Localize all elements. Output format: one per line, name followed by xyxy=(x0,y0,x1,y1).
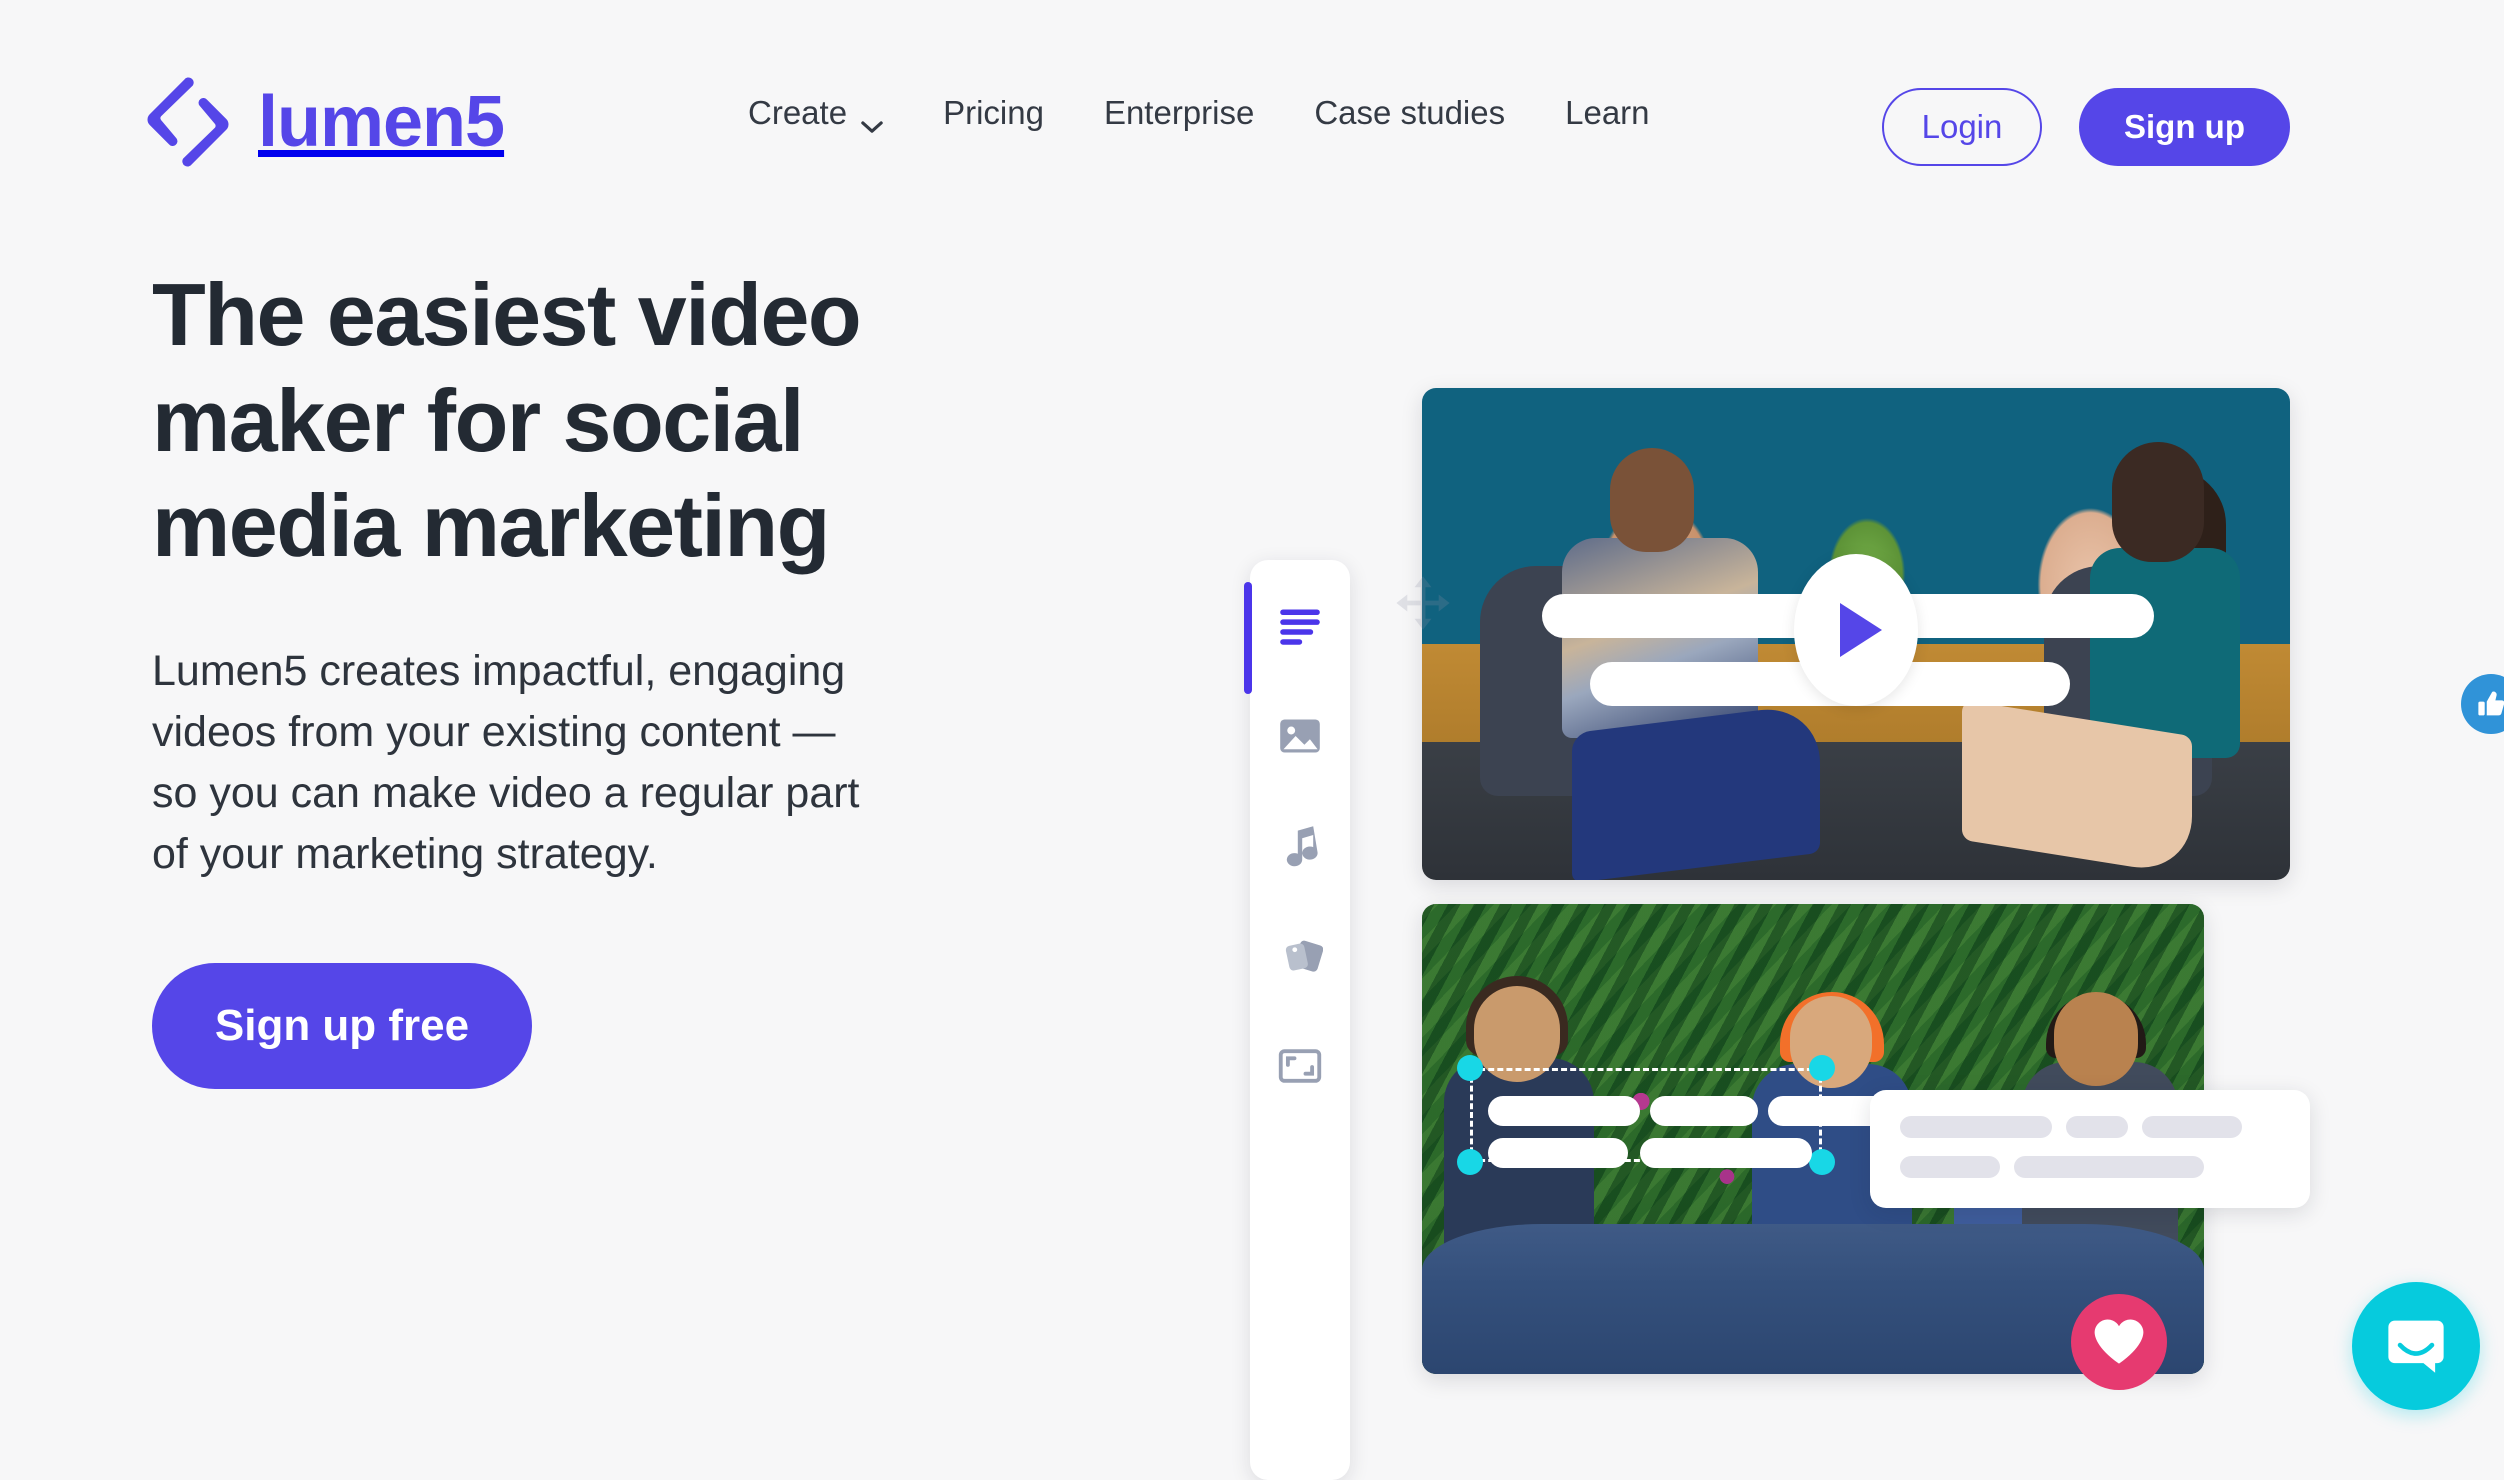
caption-word xyxy=(1640,1138,1812,1168)
signup-free-button[interactable]: Sign up free xyxy=(152,962,532,1089)
signup-button[interactable]: Sign up xyxy=(2079,88,2290,166)
play-triangle-icon xyxy=(1840,603,1882,657)
nav-item-learn[interactable]: Learn xyxy=(1535,96,1679,129)
placeholder-bar xyxy=(1900,1116,2052,1138)
placeholder-bar xyxy=(2066,1116,2128,1138)
music-note-icon[interactable] xyxy=(1274,822,1326,870)
brand-logo-link[interactable]: lumen5 xyxy=(140,74,505,170)
placeholder-bar xyxy=(2014,1156,2204,1178)
selection-handle-bottom-right[interactable] xyxy=(1809,1149,1835,1175)
caption-word xyxy=(1488,1096,1640,1126)
main-navigation: Create Pricing Enterprise Case studies L… xyxy=(718,94,1680,133)
play-button[interactable] xyxy=(1794,554,1918,706)
nav-item-create[interactable]: Create xyxy=(718,94,913,133)
active-tool-indicator xyxy=(1244,582,1252,694)
stickers-icon[interactable] xyxy=(1274,932,1326,980)
caption-word xyxy=(1488,1138,1628,1168)
placeholder-bar xyxy=(1900,1156,2000,1178)
nav-item-enterprise[interactable]: Enterprise xyxy=(1074,96,1284,129)
page-title: The easiest video maker for social media… xyxy=(152,265,862,576)
text-lines-icon[interactable] xyxy=(1274,602,1326,650)
floating-text-panel[interactable] xyxy=(1870,1090,2310,1208)
chevron-down-icon xyxy=(861,106,883,133)
brand-name: lumen5 xyxy=(258,82,505,162)
placeholder-bar xyxy=(2142,1116,2242,1138)
site-header: lumen5 Create Pricing Enterprise Case st… xyxy=(0,0,2504,215)
login-button[interactable]: Login xyxy=(1882,88,2042,166)
hero-copy: The easiest video maker for social media… xyxy=(152,262,992,1089)
hero-subtitle: Lumen5 creates impactful, engaging video… xyxy=(152,646,860,878)
selection-handle-bottom-left[interactable] xyxy=(1457,1149,1483,1175)
chat-bubble-smile-icon xyxy=(2382,1310,2450,1383)
editor-toolbar xyxy=(1244,560,1350,1480)
nav-item-pricing[interactable]: Pricing xyxy=(913,96,1074,129)
thumbs-up-icon[interactable] xyxy=(2461,674,2504,734)
editor-preview xyxy=(1244,230,2504,1480)
selection-handle-top-right[interactable] xyxy=(1809,1055,1835,1081)
heart-icon[interactable] xyxy=(2071,1294,2167,1390)
selection-handle-top-left[interactable] xyxy=(1457,1055,1483,1081)
nav-item-create-label: Create xyxy=(748,94,848,131)
resize-frame-icon[interactable] xyxy=(1274,1042,1326,1090)
chat-launcher-button[interactable] xyxy=(2352,1282,2480,1410)
lumen5-logo-icon xyxy=(140,74,236,170)
nav-item-case-studies[interactable]: Case studies xyxy=(1284,96,1535,129)
image-icon[interactable] xyxy=(1274,712,1326,760)
caption-word xyxy=(1650,1096,1758,1126)
